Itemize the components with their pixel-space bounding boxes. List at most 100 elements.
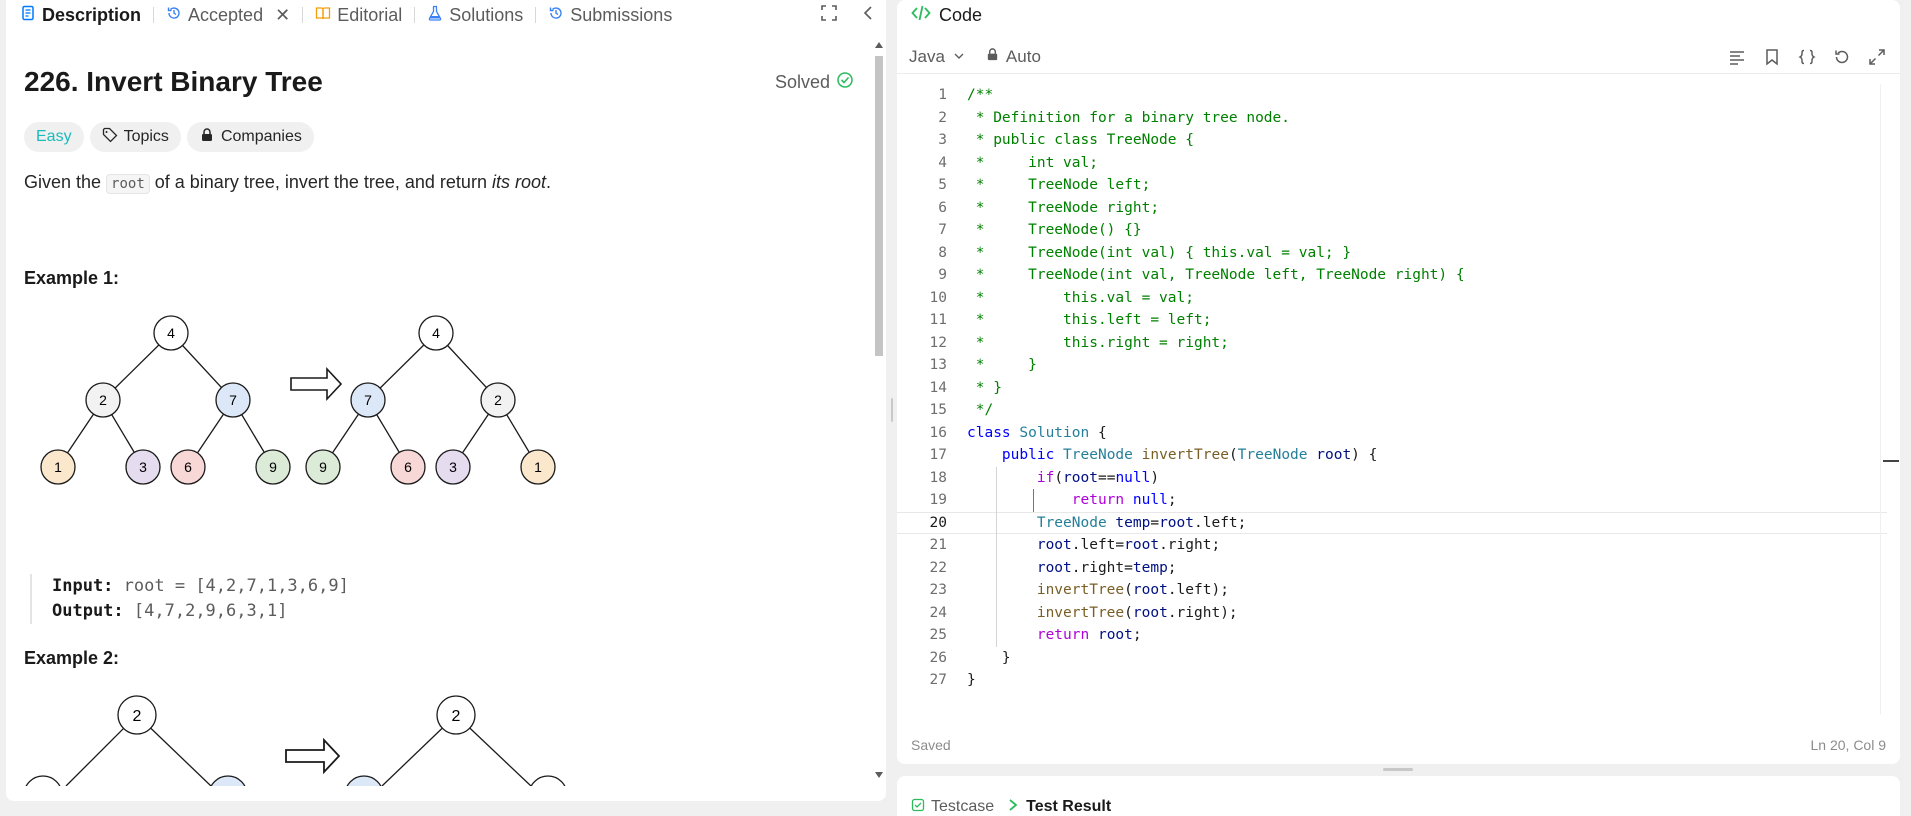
solved-label: Solved [775,72,830,93]
editor-scrollbar[interactable] [1880,84,1900,714]
code-text: * TreeNode(int val, TreeNode left, TreeN… [967,267,1465,283]
code-line[interactable]: 10 * this.val = val; [897,287,1887,310]
code-editor[interactable]: 1/**2 * Definition for a binary tree nod… [897,84,1900,714]
svg-text:1: 1 [54,459,62,475]
expand-icon[interactable] [1868,48,1886,71]
companies-button[interactable]: Companies [187,122,314,152]
book-icon [315,5,331,26]
code-text: * this.val = val; [967,290,1194,306]
code-text: * } [967,380,1002,396]
code-line[interactable]: 26 } [897,647,1887,670]
code-line[interactable]: 27} [897,669,1887,692]
resize-grip[interactable] [891,398,893,422]
tab-test-result[interactable]: Test Result [1006,798,1111,816]
language-select[interactable]: Java [909,47,965,67]
code-text: */ [967,402,993,418]
line-number: 24 [897,605,947,621]
line-number: 10 [897,290,947,306]
problem-statement: Given the root of a binary tree, invert … [24,172,551,193]
code-line[interactable]: 14 * } [897,377,1887,400]
svg-text:4: 4 [432,325,440,341]
tab-submissions-label: Submissions [570,5,672,26]
code-line[interactable]: 11 * this.left = left; [897,309,1887,332]
tree-node: 3 [436,450,470,484]
tab-accepted[interactable]: Accepted ✕ [166,5,290,26]
line-number: 11 [897,312,947,328]
history-icon [548,5,564,26]
example-2-diagram: 2 1 3 2 3 1 [6,688,666,786]
code-line[interactable]: 3 * public class TreeNode { [897,129,1887,152]
code-line[interactable]: 23 invertTree(root.left); [897,579,1887,602]
auto-mode[interactable]: Auto [985,47,1041,67]
scroll-up-icon[interactable] [875,42,883,48]
code-line[interactable]: 8 * TreeNode(int val) { this.val = val; … [897,242,1887,265]
code-line[interactable]: 5 * TreeNode left; [897,174,1887,197]
tab-editorial[interactable]: Editorial [315,5,402,26]
code-line[interactable]: 4 * int val; [897,152,1887,175]
fullscreen-icon[interactable] [820,4,838,27]
svg-text:9: 9 [319,459,327,475]
code-line[interactable]: 21 root.left=root.right; [897,534,1887,557]
tab-description[interactable]: Description [20,5,141,26]
tab-testcase[interactable]: Testcase [911,798,994,816]
code-text: * this.left = left; [967,312,1211,328]
code-line[interactable]: 20 TreeNode temp=root.left; [897,512,1887,535]
solved-status: Solved [775,71,854,94]
tree-node: 1 [529,776,567,786]
tree-node: 9 [306,450,340,484]
emphasis-text: its root [492,172,546,192]
code-line[interactable]: 18 if(root==null) [897,467,1887,490]
code-line[interactable]: 2 * Definition for a binary tree node. [897,107,1887,130]
scroll-down-icon[interactable] [875,772,883,778]
example-2-title: Example 2: [24,648,119,669]
tab-submissions[interactable]: Submissions [548,5,672,26]
collapse-icon[interactable] [860,4,878,27]
problem-description: 226. Invert Binary Tree Solved Easy Topi… [6,36,868,786]
code-line[interactable]: 13 * } [897,354,1887,377]
line-number: 1 [897,87,947,103]
line-number: 15 [897,402,947,418]
line-number: 8 [897,245,947,261]
tree-node: 1 [24,776,62,786]
scroll-thumb[interactable] [875,56,883,356]
lock-icon [199,127,215,148]
code-text: public TreeNode invertTree(TreeNode root… [967,447,1377,463]
code-line[interactable]: 24 invertTree(root.right); [897,602,1887,625]
code-line[interactable]: 9 * TreeNode(int val, TreeNode left, Tre… [897,264,1887,287]
code-line[interactable]: 19 return null; [897,489,1887,512]
code-text: * int val; [967,155,1098,171]
line-number: 5 [897,177,947,193]
code-line[interactable]: 12 * this.right = right; [897,332,1887,355]
braces-icon[interactable] [1798,48,1816,71]
code-line[interactable]: 22 root.right=temp; [897,557,1887,580]
tree-node: 6 [391,450,425,484]
code-icon [911,3,931,28]
companies-label: Companies [221,128,302,146]
code-line[interactable]: 1/** [897,84,1887,107]
difficulty-badge[interactable]: Easy [24,122,84,152]
close-icon[interactable]: ✕ [275,5,290,26]
topics-button[interactable]: Topics [90,122,181,152]
bookmark-icon[interactable] [1763,48,1781,71]
horizontal-resize-grip[interactable] [1383,768,1413,771]
description-scrollbar[interactable] [872,36,886,786]
tree-node: 1 [41,450,75,484]
example-1-title: Example 1: [24,268,119,289]
tab-solutions[interactable]: Solutions [427,5,523,26]
code-line[interactable]: 6 * TreeNode right; [897,197,1887,220]
code-panel-title: Code [939,5,982,26]
code-line[interactable]: 15 */ [897,399,1887,422]
panel-resizer[interactable] [888,0,896,801]
code-line[interactable]: 7 * TreeNode() {} [897,219,1887,242]
tree-node: 3 [345,776,383,786]
test-panel: Testcase Test Result [897,776,1900,816]
code-line[interactable]: 16class Solution { [897,422,1887,445]
svg-text:1: 1 [534,459,542,475]
format-icon[interactable] [1728,48,1746,71]
code-line[interactable]: 25 return root; [897,624,1887,647]
tree-node: 7 [216,383,250,417]
code-line[interactable]: 17 public TreeNode invertTree(TreeNode r… [897,444,1887,467]
code-text: * this.right = right; [967,335,1229,351]
chevron-down-icon [953,47,965,67]
reset-icon[interactable] [1833,48,1851,71]
